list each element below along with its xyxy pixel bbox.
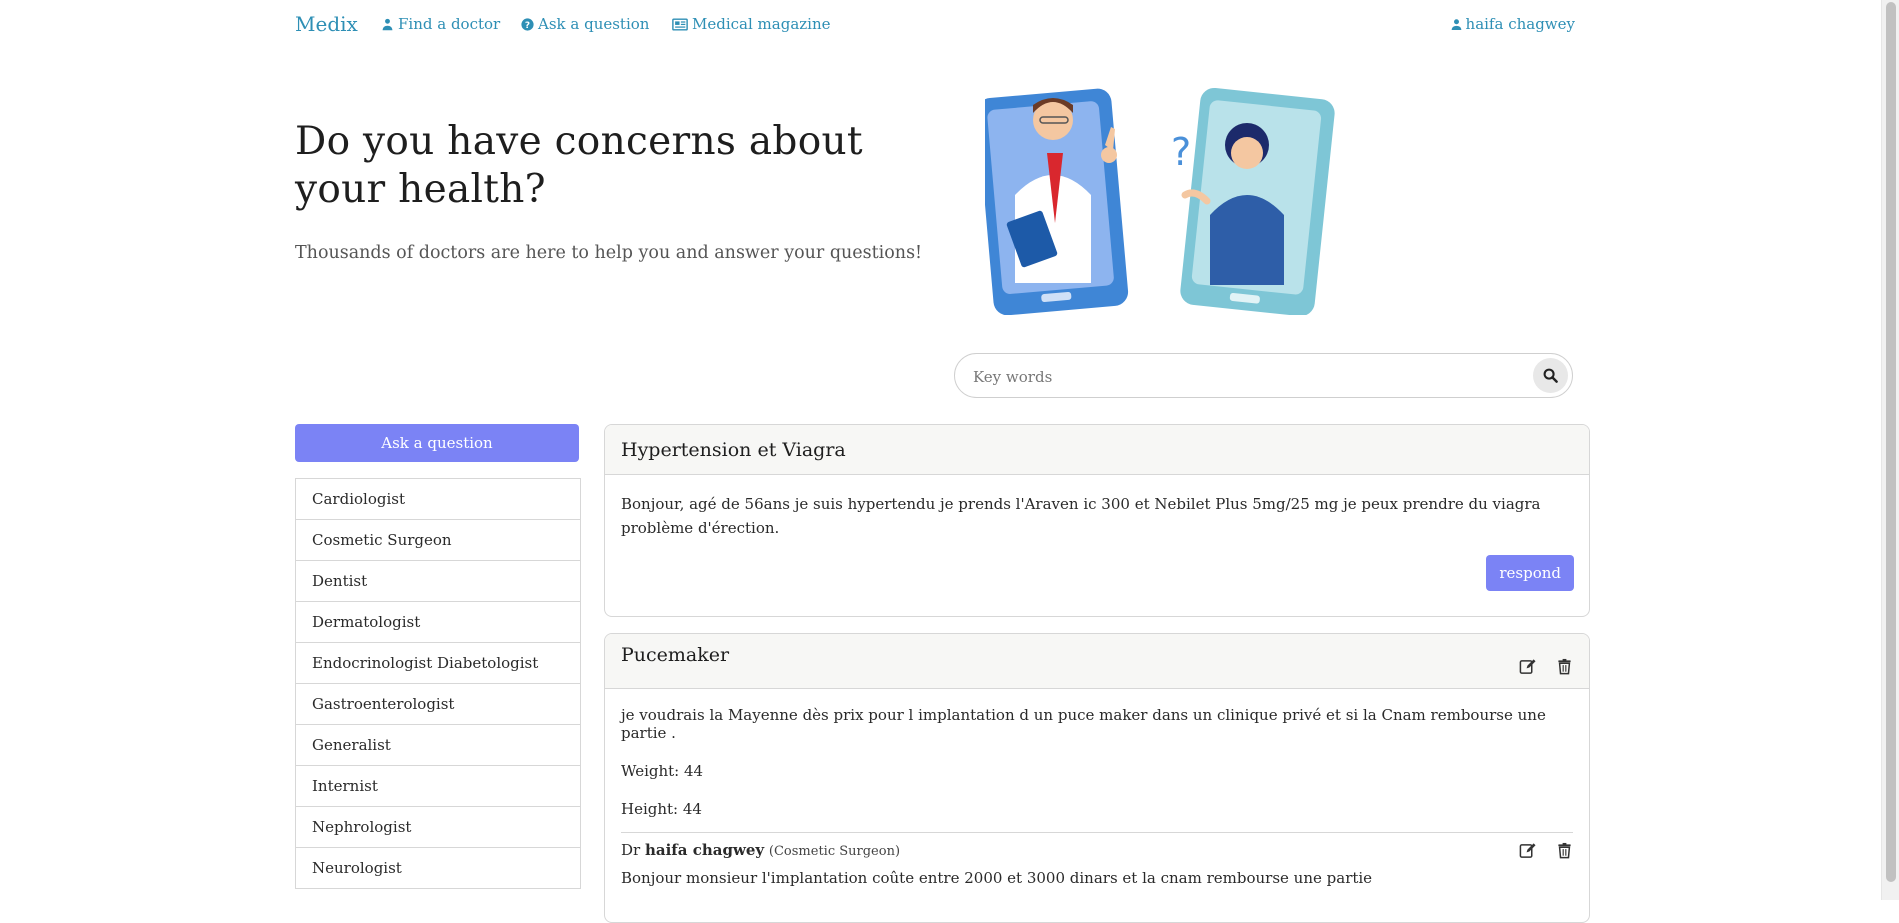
question-text: Bonjour, agé de 56ans je suis hypertendu… (621, 495, 1541, 537)
specialty-item-internist[interactable]: Internist (296, 766, 580, 807)
newspaper-icon (672, 17, 688, 31)
question-card: Hypertension et Viagra Bonjour, agé de 5… (604, 424, 1590, 617)
question-circle-icon: ? (521, 17, 534, 30)
svg-text:?: ? (525, 20, 530, 30)
edit-icon[interactable] (1519, 842, 1536, 859)
hero-subtitle: Thousands of doctors are here to help yo… (295, 243, 923, 263)
nav-medical-magazine[interactable]: Medical magazine (672, 15, 831, 33)
nav-ask-question[interactable]: ? Ask a question (521, 15, 649, 33)
top-nav: Medix Find a doctor ? Ask a question Med… (295, 0, 1590, 48)
nav-ask-question-label: Ask a question (538, 15, 650, 33)
answer-divider (621, 832, 1573, 833)
question-card-body: Bonjour, agé de 56ans je suis hypertendu… (605, 492, 1589, 540)
specialty-item-dermatologist[interactable]: Dermatologist (296, 602, 580, 643)
doctor-specialty: (Cosmetic Surgeon) (768, 844, 901, 859)
doctor-name[interactable]: haifa chagwey (645, 841, 764, 859)
user-icon (1451, 18, 1461, 30)
specialty-item-gastroenterologist[interactable]: Gastroenterologist (296, 684, 580, 725)
doctor-phone-icon (985, 88, 1129, 315)
patient-phone-icon (1180, 87, 1335, 315)
search-input[interactable] (971, 363, 1495, 391)
specialty-item-endocrinologist-diabetologist[interactable]: Endocrinologist Diabetologist (296, 643, 580, 684)
search-icon (1543, 368, 1558, 383)
question-actions (1519, 658, 1573, 675)
answer-header: Dr haifa chagwey (Cosmetic Surgeon) (621, 841, 1573, 859)
specialty-item-cardiologist[interactable]: Cardiologist (296, 479, 580, 520)
question-text: je voudrais la Mayenne dès prix pour l i… (621, 706, 1546, 742)
specialty-list: Cardiologist Cosmetic Surgeon Dentist De… (295, 478, 581, 889)
search-button[interactable] (1533, 358, 1568, 393)
nav-user-name: haifa chagwey (1465, 15, 1575, 33)
question-card-header: Pucemaker (605, 634, 1589, 689)
trash-icon[interactable] (1556, 842, 1573, 859)
scrollbar[interactable] (1881, 0, 1899, 900)
trash-icon[interactable] (1556, 658, 1573, 675)
respond-button[interactable]: respond (1486, 555, 1574, 591)
answer-actions (1519, 842, 1573, 859)
doctor-prefix: Dr (621, 841, 641, 859)
specialty-item-neurologist[interactable]: Neurologist (296, 848, 580, 889)
nav-find-doctor-label: Find a doctor (398, 15, 501, 33)
scrollbar-thumb[interactable] (1886, 2, 1896, 882)
question-card-header: Hypertension et Viagra (605, 425, 1589, 475)
ask-question-button[interactable]: Ask a question (295, 424, 579, 462)
question-card: Pucemaker je voudrais la Mayenne dès pri… (604, 633, 1590, 923)
question-card-body: je voudrais la Mayenne dès prix pour l i… (605, 706, 1589, 887)
patient-weight: Weight: 44 (621, 762, 704, 780)
nav-user-account[interactable]: haifa chagwey (1451, 15, 1575, 33)
specialty-item-nephrologist[interactable]: Nephrologist (296, 807, 580, 848)
question-mark-icon: ? (1171, 130, 1191, 174)
specialty-item-dentist[interactable]: Dentist (296, 561, 580, 602)
nav-medical-magazine-label: Medical magazine (692, 15, 831, 33)
nav-find-doctor[interactable]: Find a doctor (381, 15, 500, 33)
question-title: Pucemaker (621, 644, 730, 666)
answer-text: Bonjour monsieur l'implantation coûte en… (621, 869, 1373, 887)
patient-height: Height: 44 (621, 800, 702, 818)
edit-icon[interactable] (1519, 658, 1536, 675)
question-title: Hypertension et Viagra (621, 438, 846, 461)
user-md-icon (382, 18, 393, 30)
specialty-item-cosmetic-surgeon[interactable]: Cosmetic Surgeon (296, 520, 580, 561)
search-bar (954, 353, 1573, 398)
hero-title: Do you have concerns about your health? (295, 119, 863, 212)
answer-author: Dr haifa chagwey (Cosmetic Surgeon) (621, 841, 900, 859)
doctor-patient-illustration: ? (985, 87, 1335, 315)
brand-logo[interactable]: Medix (295, 12, 358, 36)
specialty-item-generalist[interactable]: Generalist (296, 725, 580, 766)
